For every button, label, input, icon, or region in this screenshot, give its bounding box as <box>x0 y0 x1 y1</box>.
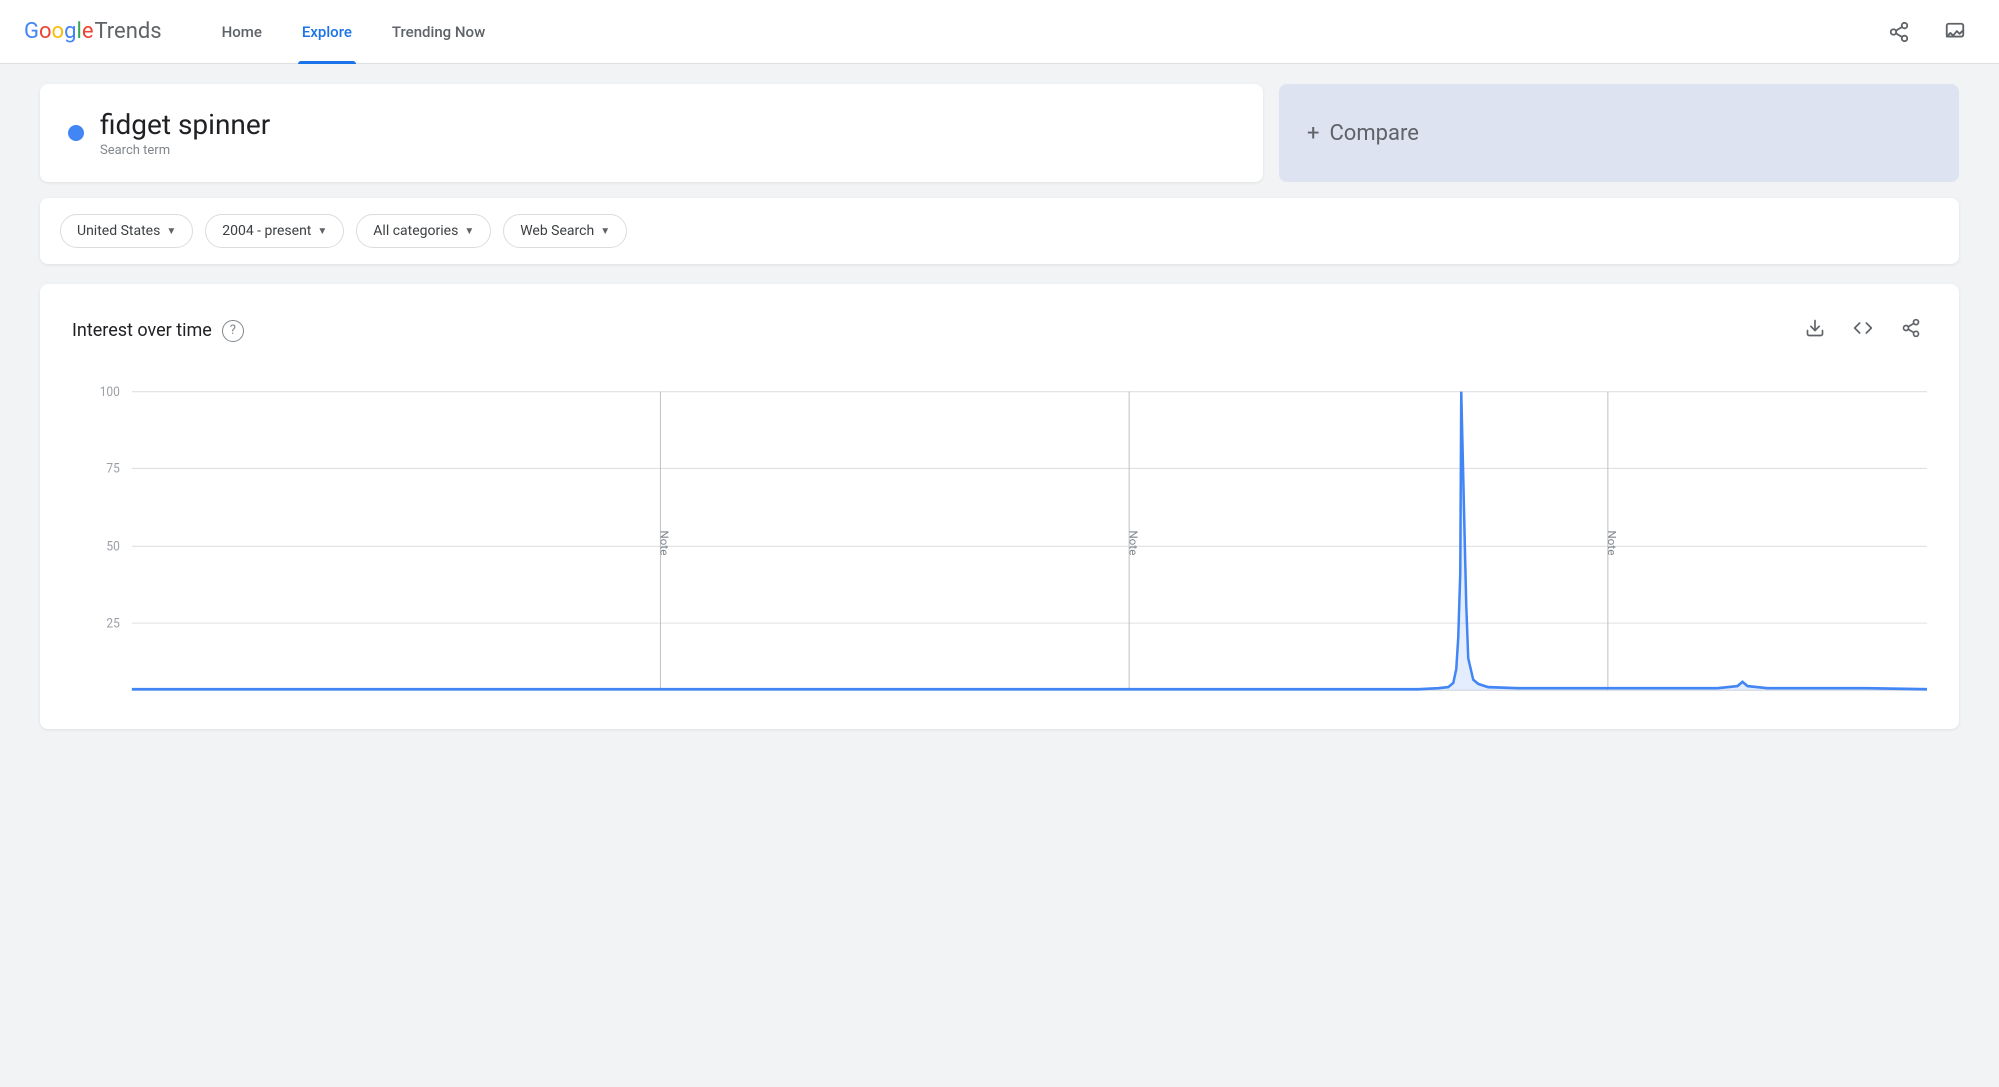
chart-title: Interest over time <box>72 320 212 341</box>
chart-svg: 100 75 50 25 Note Note Note <box>72 381 1927 701</box>
search-term-sublabel: Search term <box>100 143 270 158</box>
filter-searchtype[interactable]: Web Search ▼ <box>503 214 627 248</box>
compare-card[interactable]: + Compare <box>1279 84 1959 182</box>
search-term-info: fidget spinner Search term <box>100 108 270 158</box>
y-label-25: 25 <box>106 617 119 631</box>
chart-area: 100 75 50 25 Note Note Note <box>72 381 1927 701</box>
logo-google-text: Google <box>24 19 93 44</box>
share-button[interactable] <box>1879 12 1919 52</box>
compare-label: Compare <box>1329 121 1418 146</box>
chart-share-button[interactable] <box>1895 312 1927 349</box>
search-dot <box>68 125 84 141</box>
y-label-100: 100 <box>100 386 120 400</box>
filter-location[interactable]: United States ▼ <box>60 214 193 248</box>
filter-category[interactable]: All categories ▼ <box>356 214 491 248</box>
note-label-1: Note <box>658 530 672 555</box>
embed-icon <box>1853 318 1873 338</box>
trend-area <box>132 392 1927 691</box>
search-term-row: fidget spinner Search term + Compare <box>40 84 1959 182</box>
compare-plus-icon: + <box>1307 121 1319 146</box>
note-label-3: Note <box>1605 530 1619 555</box>
header: Google Trends Home Explore Trending Now <box>0 0 1999 64</box>
feedback-icon <box>1944 21 1966 43</box>
filter-location-label: United States <box>77 223 160 239</box>
logo-trends-text: Trends <box>94 19 161 44</box>
filters-card: United States ▼ 2004 - present ▼ All cat… <box>40 198 1959 264</box>
filter-searchtype-label: Web Search <box>520 223 594 239</box>
chart-header: Interest over time ? <box>72 312 1927 349</box>
filter-category-arrow: ▼ <box>464 226 474 237</box>
chart-download-button[interactable] <box>1799 312 1831 349</box>
chart-embed-button[interactable] <box>1847 312 1879 349</box>
filter-timerange-label: 2004 - present <box>222 223 311 239</box>
note-label-2: Note <box>1126 530 1140 555</box>
share-icon <box>1888 21 1910 43</box>
main-content: fidget spinner Search term + Compare Uni… <box>0 64 1999 749</box>
search-term-card: fidget spinner Search term <box>40 84 1263 182</box>
main-nav: Home Explore Trending Now <box>202 0 506 64</box>
trend-line <box>132 392 1927 690</box>
feedback-button[interactable] <box>1935 12 1975 52</box>
search-term-label: fidget spinner <box>100 108 270 141</box>
y-label-50: 50 <box>106 540 119 554</box>
header-actions <box>1879 12 1975 52</box>
nav-item-trending[interactable]: Trending Now <box>372 0 505 64</box>
nav-item-explore[interactable]: Explore <box>282 0 372 64</box>
y-label-75: 75 <box>106 462 119 476</box>
filter-timerange[interactable]: 2004 - present ▼ <box>205 214 344 248</box>
nav-item-home[interactable]: Home <box>202 0 282 64</box>
chart-card: Interest over time ? <box>40 284 1959 729</box>
filter-searchtype-arrow: ▼ <box>600 226 610 237</box>
filter-location-arrow: ▼ <box>166 226 176 237</box>
chart-help-icon[interactable]: ? <box>222 320 244 342</box>
chart-actions <box>1799 312 1927 349</box>
download-icon <box>1805 318 1825 338</box>
logo[interactable]: Google Trends <box>24 19 162 44</box>
chart-share-icon <box>1901 318 1921 338</box>
filter-timerange-arrow: ▼ <box>317 226 327 237</box>
filter-category-label: All categories <box>373 223 458 239</box>
